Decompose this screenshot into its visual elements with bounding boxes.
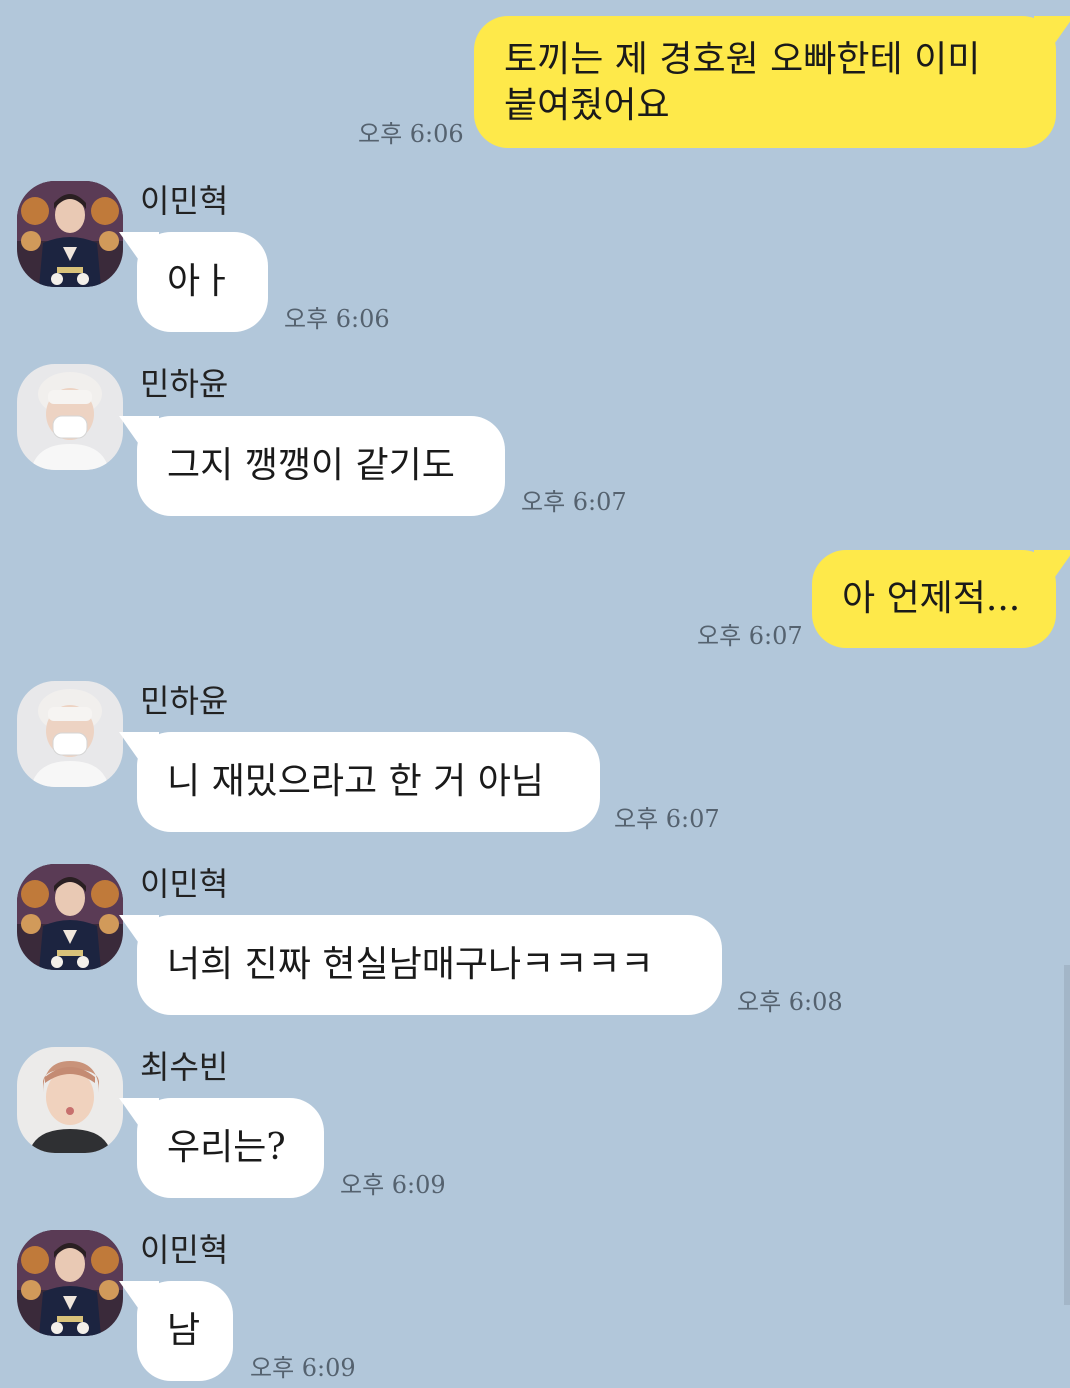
scrollbar[interactable] [1064, 965, 1070, 1305]
message-bubble[interactable]: 너희 진짜 현실남매구나ㅋㅋㅋㅋ [137, 915, 722, 1015]
avatar-minhyuk[interactable] [17, 1230, 123, 1336]
message-bubble[interactable]: 남 [137, 1281, 233, 1381]
message-time: 오후 6:06 [358, 120, 464, 148]
message-bubble[interactable]: 니 재밌으라고 한 거 아님 [137, 732, 600, 832]
sender-name: 이민혁 [140, 1231, 229, 1269]
message-time: 오후 6:08 [737, 988, 843, 1016]
sender-name: 민하윤 [140, 365, 229, 403]
avatar-hayoon[interactable] [17, 681, 123, 787]
avatar-soobin[interactable] [17, 1047, 123, 1153]
message-bubble[interactable]: 그지 깽깽이 같기도 [137, 416, 505, 516]
avatar-minhyuk[interactable] [17, 864, 123, 970]
message-time: 오후 6:07 [614, 805, 720, 833]
message-bubble[interactable]: 아 언제적... [812, 550, 1056, 648]
avatar-hayoon[interactable] [17, 364, 123, 470]
message-bubble[interactable]: 아ㅏ [137, 232, 268, 332]
message-time: 오후 6:07 [521, 488, 627, 516]
message-time: 오후 6:09 [250, 1354, 356, 1382]
message-bubble[interactable]: 토끼는 제 경호원 오빠한테 이미 붙여줬어요 [474, 16, 1056, 148]
message-time: 오후 6:06 [284, 305, 390, 333]
avatar-minhyuk[interactable] [17, 181, 123, 287]
message-time: 오후 6:09 [340, 1171, 446, 1199]
sender-name: 최수빈 [140, 1048, 229, 1086]
message-bubble[interactable]: 우리는? [137, 1098, 324, 1198]
sender-name: 이민혁 [140, 182, 229, 220]
sender-name: 이민혁 [140, 865, 229, 903]
message-time: 오후 6:07 [697, 622, 803, 650]
sender-name: 민하윤 [140, 682, 229, 720]
